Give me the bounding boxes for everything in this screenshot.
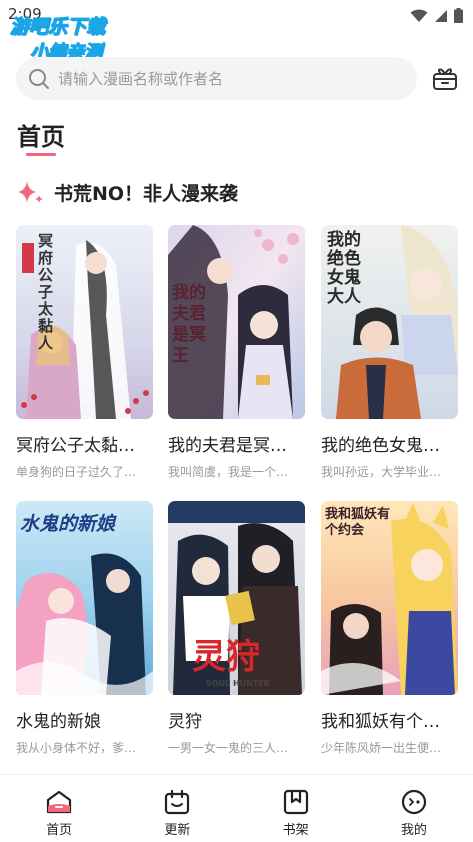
comic-cover[interactable]: 水鬼的新娘	[16, 501, 153, 695]
watermark-logo: 游吧乐下载 小编亲测	[9, 12, 150, 64]
bookmark-icon	[283, 789, 308, 815]
comic-title: 冥府公子太黏…	[16, 436, 135, 456]
nav-item-profile[interactable]: 我的	[355, 775, 473, 842]
nav-item-bookshelf[interactable]: 书架	[237, 775, 355, 842]
comic-description: 我叫孙远，大学毕业…	[321, 465, 442, 479]
comic-cover[interactable]: 我和狐妖有个约会	[321, 501, 458, 695]
comic-description: 少年陈风娇一出生便…	[321, 741, 442, 755]
cover-title: 冥府公子太黏人	[38, 232, 54, 352]
search-placeholder: 请输入漫画名称或作者名	[58, 70, 224, 88]
app-page: 2:09 游吧乐下载 小编亲测 请输入漫画名称或作者名 首页 书荒NO！非人漫来…	[0, 0, 473, 842]
search-input[interactable]: 请输入漫画名称或作者名	[16, 57, 417, 100]
comic-cover[interactable]: 我的夫君是冥王	[168, 225, 305, 419]
nav-label-home: 首页	[46, 823, 73, 838]
home-icon	[47, 790, 72, 814]
cover-title: 水鬼的新娘	[20, 513, 116, 535]
wifi-icon	[410, 9, 428, 22]
signal-icon	[435, 9, 447, 22]
title-underline	[26, 153, 56, 156]
comic-card-3[interactable]: 我的绝色女鬼大人 我的绝色女鬼… 我叫孙远，大学毕业…	[321, 225, 458, 480]
bottom-nav: 首页 更新 书架 我的	[0, 774, 473, 842]
comic-description: 一男一女一鬼的三人…	[168, 741, 289, 755]
comic-description: 单身狗的日子过久了…	[16, 465, 137, 479]
comic-title: 我的夫君是冥…	[168, 436, 287, 456]
search-icon	[29, 68, 49, 89]
cover-title: 我和狐妖有个约会	[325, 507, 391, 538]
comic-description: 我叫简虞，我是一个…	[168, 465, 289, 479]
comic-card-2[interactable]: 我的夫君是冥王 我的夫君是冥… 我叫简虞，我是一个…	[168, 225, 305, 480]
calendar-icon	[165, 789, 190, 815]
cover-title: 我的绝色女鬼大人	[327, 230, 361, 307]
battery-icon	[454, 8, 463, 23]
nav-item-updates[interactable]: 更新	[118, 775, 236, 842]
cover-title: 灵狩	[192, 637, 260, 677]
comic-card-5[interactable]: 灵狩 SOUL HUNTER 灵狩 一男一女一鬼的三人…	[168, 501, 305, 756]
sparkle-icon	[18, 181, 43, 203]
comic-title: 灵狩	[168, 712, 202, 732]
comic-cover[interactable]: 我的绝色女鬼大人	[321, 225, 458, 419]
comic-card-1[interactable]: 冥府公子太黏人 冥府公子太黏… 单身狗的日子过久了…	[16, 225, 153, 480]
gift-icon[interactable]	[431, 64, 459, 92]
comic-description: 我从小身体不好，爹…	[16, 741, 137, 755]
comic-card-4[interactable]: 水鬼的新娘 水鬼的新娘 我从小身体不好，爹…	[16, 501, 153, 756]
nav-label-profile: 我的	[400, 823, 427, 838]
comic-cover[interactable]: 灵狩 SOUL HUNTER	[168, 501, 305, 695]
section-header: 书荒NO！非人漫来袭	[16, 176, 238, 208]
cover-subtitle: SOUL HUNTER	[206, 679, 270, 688]
nav-label-bookshelf: 书架	[282, 823, 309, 838]
section-title: 书荒NO！非人漫来袭	[54, 182, 239, 205]
status-icons	[410, 8, 463, 23]
profile-icon	[401, 789, 426, 815]
page-title: 首页	[17, 123, 65, 151]
comic-cover[interactable]: 冥府公子太黏人	[16, 225, 153, 419]
comic-card-6[interactable]: 我和狐妖有个约会 我和狐妖有个… 少年陈风娇一出生便…	[321, 501, 458, 756]
nav-item-home[interactable]: 首页	[0, 775, 118, 842]
comic-title: 我的绝色女鬼…	[321, 436, 440, 456]
watermark-line1: 游吧乐下载	[9, 16, 106, 39]
comic-title: 水鬼的新娘	[16, 712, 101, 732]
cover-title: 我的夫君是冥王	[172, 283, 206, 366]
nav-label-updates: 更新	[164, 823, 191, 838]
comic-title: 我和狐妖有个…	[321, 712, 440, 732]
